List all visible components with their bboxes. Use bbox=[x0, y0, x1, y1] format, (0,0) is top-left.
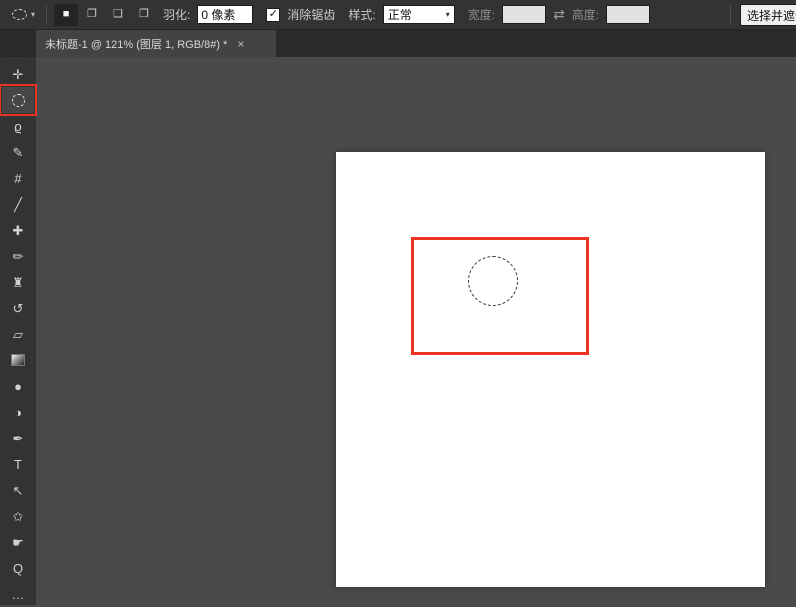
clone-stamp-icon: ♜ bbox=[12, 274, 24, 290]
tool-move[interactable]: ✛ bbox=[2, 61, 34, 87]
new-selection-button[interactable]: ■ bbox=[54, 3, 79, 26]
tool-dodge[interactable]: ◑ bbox=[2, 399, 34, 425]
tool-crop[interactable]: # bbox=[2, 165, 34, 191]
history-brush-icon: ↺ bbox=[12, 300, 24, 316]
subtract-from-selection-button[interactable]: ❏ bbox=[106, 4, 130, 26]
zoom-icon: Q bbox=[12, 560, 24, 576]
elliptical-marquee-icon bbox=[12, 9, 27, 20]
gradient-icon bbox=[11, 354, 25, 366]
width-label: 宽度: bbox=[467, 8, 496, 22]
tool-path-selection[interactable]: ↖ bbox=[2, 477, 34, 503]
tool-history-brush[interactable]: ↺ bbox=[2, 295, 34, 321]
custom-shape-icon: ✩ bbox=[12, 508, 24, 524]
tool-elliptical-marquee[interactable] bbox=[0, 84, 37, 116]
tool-hand[interactable]: ☛ bbox=[2, 529, 34, 555]
check-icon: ✓ bbox=[268, 8, 278, 20]
style-label: 样式: bbox=[348, 8, 376, 22]
tool-spot-healing[interactable]: ✚ bbox=[2, 217, 34, 243]
intersect-selection-icon: ❒ bbox=[139, 8, 149, 20]
move-icon: ✛ bbox=[12, 66, 24, 82]
add-to-selection-icon: ❐ bbox=[87, 8, 97, 20]
brush-icon: ✏ bbox=[12, 248, 24, 264]
separator bbox=[730, 5, 731, 25]
tool-more[interactable]: … bbox=[2, 581, 34, 607]
style-value: 正常 bbox=[387, 8, 412, 22]
feather-label: 羽化: bbox=[163, 8, 191, 22]
pen-icon: ✒ bbox=[12, 430, 24, 446]
select-and-mask-button[interactable]: 选择并遮住... bbox=[740, 4, 796, 26]
quick-selection-icon: ✎ bbox=[12, 144, 24, 160]
chevron-down-icon: ▾ bbox=[445, 10, 450, 19]
selection-mode-group: ■ ❐ ❏ ❒ bbox=[54, 3, 156, 26]
toolbar-tools: ✛ ϱ ✎ # ╱ ✚ ✏ ♜ ↺ ▱ ● ◑ ✒ T ↖ ✩ ☛ Q … bbox=[0, 61, 37, 607]
options-bar: ▾ ■ ❐ ❏ ❒ 羽化: ✓ 消除锯齿 样式: 正常 ▾ 宽度: ⇄ 高度: 选择并… bbox=[0, 0, 796, 30]
add-to-selection-button[interactable]: ❐ bbox=[80, 4, 104, 26]
path-selection-icon: ↖ bbox=[12, 482, 24, 498]
tool-blur[interactable]: ● bbox=[2, 373, 34, 399]
canvas-area[interactable] bbox=[36, 57, 796, 605]
tool-lasso[interactable]: ϱ bbox=[2, 113, 34, 139]
blur-icon: ● bbox=[14, 378, 22, 394]
chevron-down-icon: ▾ bbox=[31, 9, 36, 19]
dodge-icon: ◑ bbox=[14, 404, 22, 420]
subtract-from-selection-icon: ❏ bbox=[113, 8, 123, 20]
hand-icon: ☛ bbox=[12, 534, 24, 550]
tool-quick-selection[interactable]: ✎ bbox=[2, 139, 34, 165]
spot-healing-icon: ✚ bbox=[12, 222, 24, 238]
width-input[interactable] bbox=[502, 5, 547, 24]
tool-brush[interactable]: ✏ bbox=[2, 243, 34, 269]
tool-gradient[interactable] bbox=[2, 347, 34, 373]
tab-bar: 未标题-1 @ 121% (图层 1, RGB/8#) * × bbox=[0, 30, 796, 57]
lasso-icon: ϱ bbox=[14, 118, 22, 134]
crop-icon: # bbox=[14, 170, 22, 186]
tool-preset-button[interactable]: ▾ bbox=[8, 6, 39, 23]
document-canvas[interactable] bbox=[336, 152, 765, 587]
more-icon: … bbox=[11, 586, 25, 602]
tool-zoom[interactable]: Q bbox=[2, 555, 34, 581]
eyedropper-icon: ╱ bbox=[14, 196, 22, 212]
tool-eraser[interactable]: ▱ bbox=[2, 321, 34, 347]
height-label: 高度: bbox=[571, 8, 600, 22]
antialias-label: 消除锯齿 bbox=[287, 8, 336, 22]
tool-clone-stamp[interactable]: ♜ bbox=[2, 269, 34, 295]
tool-type[interactable]: T bbox=[2, 451, 34, 477]
elliptical-marquee-icon bbox=[11, 93, 25, 107]
eraser-icon: ▱ bbox=[13, 326, 23, 342]
document-tab[interactable]: 未标题-1 @ 121% (图层 1, RGB/8#) * × bbox=[36, 30, 276, 57]
tool-custom-shape[interactable]: ✩ bbox=[2, 503, 34, 529]
type-icon: T bbox=[14, 456, 22, 472]
tools-panel: · · ✛ ϱ ✎ # ╱ ✚ ✏ ♜ ↺ ▱ ● ◑ ✒ T ↖ ✩ ☛ Q… bbox=[0, 56, 37, 607]
intersect-selection-button[interactable]: ❒ bbox=[132, 4, 156, 26]
separator bbox=[46, 4, 48, 25]
tool-pen[interactable]: ✒ bbox=[2, 425, 34, 451]
document-tab-title: 未标题-1 @ 121% (图层 1, RGB/8#) * bbox=[45, 38, 228, 51]
new-selection-icon: ■ bbox=[62, 8, 70, 20]
close-icon[interactable]: × bbox=[237, 38, 244, 50]
tool-eyedropper[interactable]: ╱ bbox=[2, 191, 34, 217]
style-dropdown[interactable]: 正常 ▾ bbox=[382, 5, 455, 24]
height-input[interactable] bbox=[606, 5, 651, 24]
feather-input[interactable] bbox=[197, 5, 254, 24]
elliptical-selection-marquee bbox=[468, 256, 518, 306]
swap-dimensions-icon[interactable]: ⇄ bbox=[553, 6, 565, 23]
antialias-checkbox[interactable]: ✓ bbox=[266, 7, 281, 22]
